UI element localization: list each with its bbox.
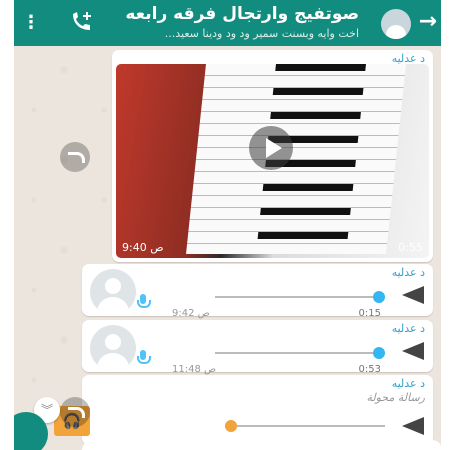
group-title[interactable]: صوتفيج وارتجال فرقه رابعه xyxy=(125,4,359,24)
message-sender: د عدليه xyxy=(391,322,425,335)
voice-duration: 0:15 xyxy=(358,308,381,319)
forward-icon[interactable] xyxy=(60,142,90,172)
message-sender: د عدليه xyxy=(391,266,425,279)
video-thumbnail[interactable]: 0:55 9:40 ص xyxy=(116,64,429,258)
mic-icon xyxy=(137,294,151,308)
audio-progress[interactable] xyxy=(225,420,385,432)
chat-header: ⋮ صوتفيج وارتجال فرقه رابعه اخت وايه وبس… xyxy=(14,0,441,46)
play-icon[interactable] xyxy=(249,126,293,170)
play-icon[interactable] xyxy=(402,286,424,304)
sender-avatar xyxy=(90,325,136,371)
message-time: 9:42 ص xyxy=(172,308,210,319)
video-duration: 0:55 xyxy=(398,241,423,254)
back-arrow-icon[interactable]: → xyxy=(419,9,437,34)
voice-message[interactable]: د عدليه 0:53 11:48 ص xyxy=(82,320,433,375)
add-call-icon[interactable] xyxy=(68,10,96,34)
video-message[interactable]: د عدليه 0:55 9:40 ص xyxy=(112,50,433,262)
message-time: 9:40 ص xyxy=(122,241,164,254)
play-icon[interactable] xyxy=(402,417,424,435)
message-sender: د عدليه xyxy=(391,377,425,390)
sender-avatar xyxy=(90,269,136,315)
message-time: 11:48 ص xyxy=(172,364,217,375)
chat-screen: ⋮ صوتفيج وارتجال فرقه رابعه اخت وايه وبس… xyxy=(14,0,441,450)
forward-icon[interactable] xyxy=(60,397,90,427)
seek-handle[interactable] xyxy=(225,420,237,432)
forwarded-audio-message[interactable]: د عدليه رسالة محولة xyxy=(82,375,433,445)
mic-icon xyxy=(137,350,151,364)
voice-duration: 0:53 xyxy=(358,364,381,375)
voice-message[interactable]: د عدليه 0:15 9:42 ص xyxy=(82,264,433,319)
audio-progress[interactable] xyxy=(215,347,385,359)
seek-handle[interactable] xyxy=(373,291,385,303)
message-composer[interactable] xyxy=(82,440,441,450)
audio-progress[interactable] xyxy=(215,291,385,303)
seek-handle[interactable] xyxy=(373,347,385,359)
play-icon[interactable] xyxy=(402,342,424,360)
more-options-icon[interactable]: ⋮ xyxy=(22,12,40,33)
forwarded-label: رسالة محولة xyxy=(366,391,425,404)
group-avatar[interactable] xyxy=(381,9,411,39)
group-members[interactable]: اخت وايه وبسنت سمير ود ود ودينا سعيد... xyxy=(165,27,359,40)
